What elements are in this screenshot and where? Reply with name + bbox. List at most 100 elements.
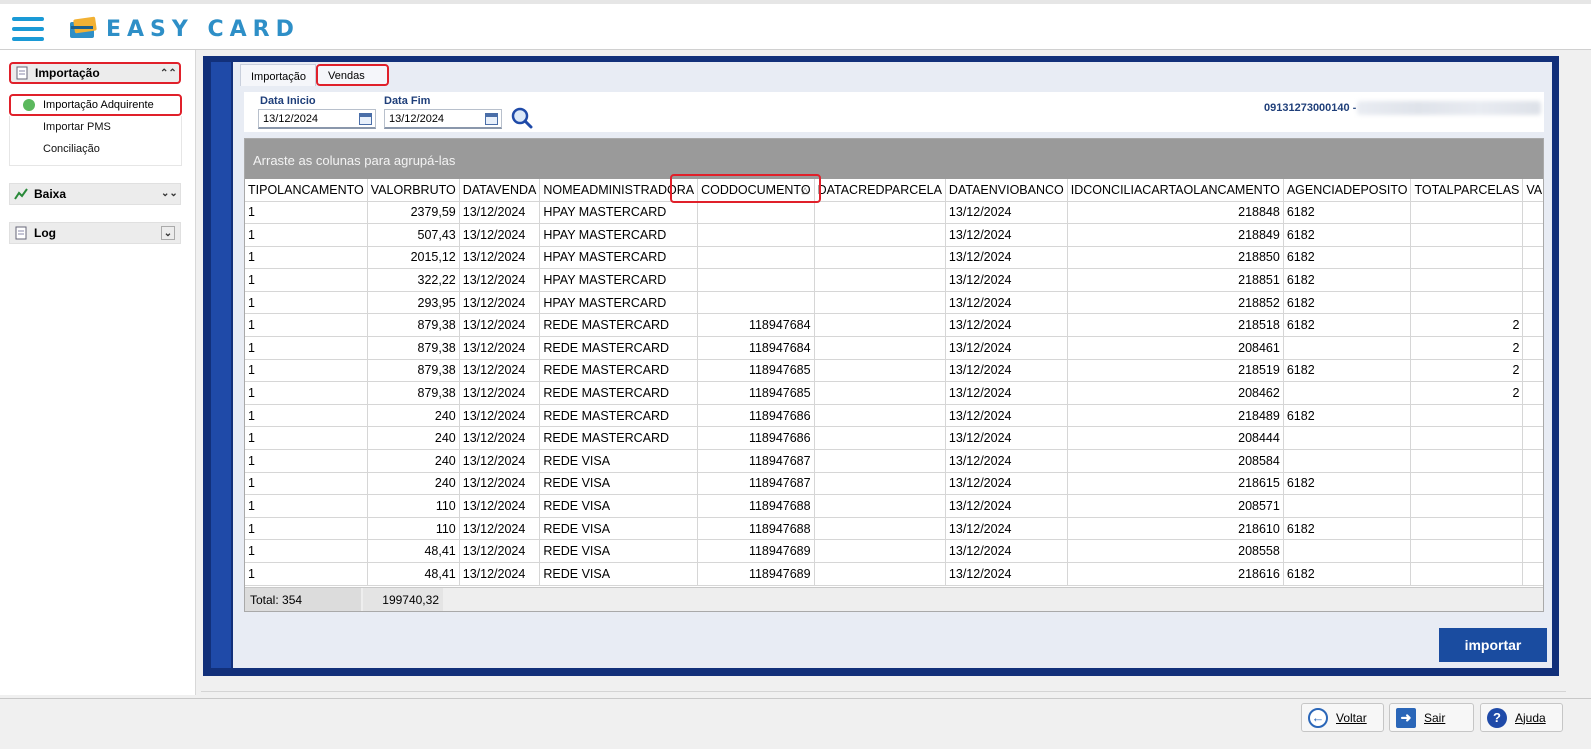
cell-tipolancamento[interactable]: 1 xyxy=(245,201,368,225)
cell-idconciliacartaolancamento[interactable]: 218610 xyxy=(1067,517,1284,541)
cell-tipolancamento[interactable]: 1 xyxy=(245,381,368,405)
cell-datacredparcela[interactable] xyxy=(814,359,946,383)
calendar-icon[interactable] xyxy=(359,113,372,125)
column-header-agenciadeposito[interactable]: AGENCIADEPOSITO xyxy=(1283,179,1412,202)
cell-tipolancamento[interactable]: 1 xyxy=(245,313,368,338)
cell-coddocumento[interactable]: 118947685 xyxy=(697,381,815,405)
cell-valorbruto[interactable]: 2015,12 xyxy=(367,246,460,270)
sort-ascending-icon[interactable]: △ xyxy=(802,185,809,196)
cell-valorbruto[interactable]: 2379,59 xyxy=(367,201,460,225)
cell-agenciadeposito[interactable]: 6182 xyxy=(1283,201,1412,225)
column-header-datacredparcela[interactable]: DATACREDPARCELA xyxy=(814,179,946,202)
cell-agenciadeposito[interactable]: 6182 xyxy=(1283,291,1412,315)
cell-tipolancamento[interactable]: 1 xyxy=(245,268,368,292)
cell-idconciliacartaolancamento[interactable]: 218851 xyxy=(1067,268,1284,292)
cell-totalparcelas[interactable] xyxy=(1410,268,1524,292)
cell-datavenda[interactable]: 13/12/2024 xyxy=(459,562,541,586)
sidebar-section-log[interactable]: Log ⌄ xyxy=(9,222,181,244)
cell-totalparcelas[interactable]: 2 xyxy=(1410,381,1524,405)
cell-datavenda[interactable]: 13/12/2024 xyxy=(459,539,541,563)
cell-tipolancamento[interactable]: 1 xyxy=(245,426,368,451)
cell-dataenviobanco[interactable]: 13/12/2024 xyxy=(945,517,1068,541)
cell-agenciadeposito[interactable]: 6182 xyxy=(1283,562,1412,586)
cell-dataenviobanco[interactable]: 13/12/2024 xyxy=(945,494,1068,518)
cell-valorparcela[interactable]: 293 xyxy=(1522,291,1543,315)
cell-valorbruto[interactable]: 879,38 xyxy=(367,381,460,405)
cell-totalparcelas[interactable] xyxy=(1410,223,1524,247)
cell-datacredparcela[interactable] xyxy=(814,472,946,496)
column-header-coddocumento[interactable]: CODDOCUMENTO △ xyxy=(697,179,815,202)
cell-datacredparcela[interactable] xyxy=(814,223,946,247)
cell-dataenviobanco[interactable]: 13/12/2024 xyxy=(945,336,1068,360)
sidebar-section-importacao[interactable]: Importação ⌃⌃ xyxy=(9,62,181,84)
cell-valorparcela[interactable]: 48 xyxy=(1522,562,1543,586)
column-header-totalparcelas[interactable]: TOTALPARCELAS xyxy=(1410,179,1524,202)
cell-datacredparcela[interactable] xyxy=(814,426,946,451)
cell-tipolancamento[interactable]: 1 xyxy=(245,517,368,541)
table-row[interactable]: 1 2015,12 13/12/2024 HPAY MASTERCARD 13/12/2… xyxy=(245,246,1543,270)
cell-idconciliacartaolancamento[interactable]: 208571 xyxy=(1067,494,1284,518)
cell-valorparcela[interactable]: 439 xyxy=(1522,359,1543,383)
cell-valorbruto[interactable]: 110 xyxy=(367,494,460,518)
cell-coddocumento[interactable]: 118947689 xyxy=(697,539,815,563)
cell-totalparcelas[interactable] xyxy=(1410,426,1524,451)
cell-agenciadeposito[interactable]: 6182 xyxy=(1283,472,1412,496)
cell-valorbruto[interactable]: 293,95 xyxy=(367,291,460,315)
cell-dataenviobanco[interactable]: 13/12/2024 xyxy=(945,313,1068,338)
cell-datacredparcela[interactable] xyxy=(814,381,946,405)
cell-coddocumento[interactable]: 118947684 xyxy=(697,313,815,338)
back-button[interactable]: ← Voltar xyxy=(1301,703,1384,732)
cell-valorparcela[interactable] xyxy=(1522,449,1543,473)
cell-idconciliacartaolancamento[interactable]: 218849 xyxy=(1067,223,1284,247)
cell-idconciliacartaolancamento[interactable]: 218852 xyxy=(1067,291,1284,315)
cell-agenciadeposito[interactable] xyxy=(1283,426,1412,451)
cell-totalparcelas[interactable] xyxy=(1410,494,1524,518)
cell-totalparcelas[interactable] xyxy=(1410,201,1524,225)
calendar-icon[interactable] xyxy=(485,113,498,125)
cell-tipolancamento[interactable]: 1 xyxy=(245,472,368,496)
cell-coddocumento[interactable] xyxy=(697,246,815,270)
cell-nomeadministradora[interactable]: REDE VISA xyxy=(539,494,699,518)
column-header-datavenda[interactable]: DATAVENDA xyxy=(459,179,541,202)
table-row[interactable]: 1 240 13/12/2024 REDE MASTERCARD 118947686 13… xyxy=(245,404,1543,428)
column-header-dataenviobanco[interactable]: DATAENVIOBANCO xyxy=(945,179,1068,202)
cell-agenciadeposito[interactable]: 6182 xyxy=(1283,359,1412,383)
cell-datavenda[interactable]: 13/12/2024 xyxy=(459,336,541,360)
cell-idconciliacartaolancamento[interactable]: 218848 xyxy=(1067,201,1284,225)
cell-coddocumento[interactable] xyxy=(697,223,815,247)
cell-nomeadministradora[interactable]: REDE MASTERCARD xyxy=(539,404,699,428)
table-row[interactable]: 1 879,38 13/12/2024 REDE MASTERCARD 11894768… xyxy=(245,381,1543,405)
cell-agenciadeposito[interactable]: 6182 xyxy=(1283,246,1412,270)
table-row[interactable]: 1 240 13/12/2024 REDE MASTERCARD 118947686 13… xyxy=(245,426,1543,451)
cell-datavenda[interactable]: 13/12/2024 xyxy=(459,223,541,247)
cell-valorbruto[interactable]: 110 xyxy=(367,517,460,541)
cell-valorbruto[interactable]: 48,41 xyxy=(367,562,460,586)
cell-datavenda[interactable]: 13/12/2024 xyxy=(459,291,541,315)
cell-datacredparcela[interactable] xyxy=(814,291,946,315)
cell-datacredparcela[interactable] xyxy=(814,246,946,270)
cell-idconciliacartaolancamento[interactable]: 218489 xyxy=(1067,404,1284,428)
table-row[interactable]: 1 240 13/12/2024 REDE VISA 118947687 13/12/20… xyxy=(245,449,1543,473)
cell-dataenviobanco[interactable]: 13/12/2024 xyxy=(945,268,1068,292)
sidebar-section-baixa[interactable]: Baixa ⌄⌄ xyxy=(9,183,181,205)
cell-tipolancamento[interactable]: 1 xyxy=(245,539,368,563)
cell-idconciliacartaolancamento[interactable]: 208558 xyxy=(1067,539,1284,563)
cell-valorparcela[interactable] xyxy=(1522,472,1543,496)
chevron-down-icon[interactable]: ⌄⌄ xyxy=(161,187,178,201)
cell-coddocumento[interactable] xyxy=(697,268,815,292)
cell-totalparcelas[interactable] xyxy=(1410,517,1524,541)
cell-datavenda[interactable]: 13/12/2024 xyxy=(459,246,541,270)
search-icon[interactable] xyxy=(510,106,534,130)
cell-valorparcela[interactable]: 439 xyxy=(1522,381,1543,405)
cell-idconciliacartaolancamento[interactable]: 218615 xyxy=(1067,472,1284,496)
cell-datavenda[interactable]: 13/12/2024 xyxy=(459,449,541,473)
cell-totalparcelas[interactable] xyxy=(1410,404,1524,428)
import-button[interactable]: importar xyxy=(1439,628,1547,662)
cell-valorparcela[interactable]: 48 xyxy=(1522,539,1543,563)
cell-tipolancamento[interactable]: 1 xyxy=(245,562,368,586)
column-header-valorparcela[interactable]: VALORPARCELA xyxy=(1522,179,1543,202)
cell-nomeadministradora[interactable]: REDE VISA xyxy=(539,472,699,496)
cell-dataenviobanco[interactable]: 13/12/2024 xyxy=(945,562,1068,586)
cell-dataenviobanco[interactable]: 13/12/2024 xyxy=(945,201,1068,225)
cell-datacredparcela[interactable] xyxy=(814,336,946,360)
